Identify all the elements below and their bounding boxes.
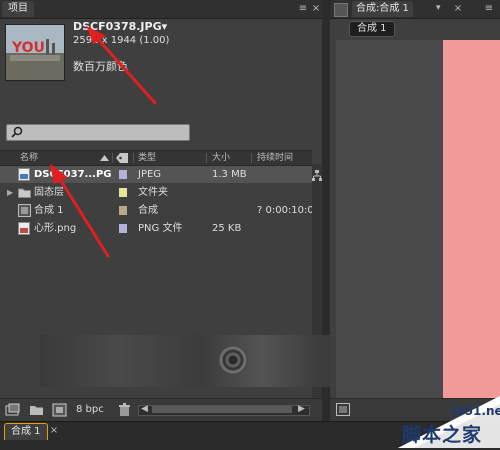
selected-file-color-mode: 数百万颜色: [73, 60, 128, 73]
column-divider: [206, 153, 207, 163]
folder-icon: [18, 188, 31, 198]
watermark-url: jb51.net: [452, 404, 500, 418]
search-input[interactable]: [6, 124, 190, 141]
scroll-left-icon[interactable]: ◀: [141, 404, 148, 414]
bit-depth-button[interactable]: 8 bpc: [76, 403, 104, 417]
item-name: 固态层: [34, 187, 64, 198]
selected-file-dimensions: 2592 x 1944 (1.00): [73, 35, 170, 46]
snapshot-icon[interactable]: [336, 403, 350, 416]
scroll-right-icon[interactable]: ▶: [298, 404, 305, 414]
label-color-swatch[interactable]: [119, 206, 127, 215]
item-type: JPEG: [138, 169, 162, 180]
label-color-swatch[interactable]: [119, 170, 127, 179]
panel-menu-icon[interactable]: ≡: [482, 3, 496, 15]
search-icon: [11, 126, 23, 138]
item-type: 文件夹: [138, 187, 168, 198]
list-item[interactable]: DSCF037...PG JPEG 1.3 MB: [0, 166, 312, 183]
list-item[interactable]: ▶ 固态层 文件夹: [0, 184, 312, 201]
column-divider: [133, 153, 134, 163]
label-tag-icon[interactable]: [116, 153, 128, 163]
list-item[interactable]: 心形.png PNG 文件 25 KB: [0, 220, 312, 237]
project-tab-bar: 项目 ≡ ×: [0, 0, 322, 19]
item-name: 合成 1: [34, 205, 64, 216]
composition-canvas[interactable]: [443, 40, 500, 398]
lock-icon[interactable]: [334, 3, 348, 17]
label-color-swatch[interactable]: [119, 224, 127, 233]
item-size: 25 KB: [212, 223, 242, 234]
list-header: 名称 类型 大小 持续时间: [0, 150, 312, 166]
item-type: 合成: [138, 205, 158, 216]
item-size: 1.3 MB: [212, 169, 247, 180]
file-thumbnail: YOU: [5, 24, 65, 81]
column-header-duration[interactable]: 持续时间: [257, 151, 293, 165]
png-file-icon: [18, 222, 30, 235]
new-folder-icon[interactable]: [29, 403, 45, 417]
new-composition-icon[interactable]: [52, 403, 68, 417]
item-duration: ? 0:00:10:0: [257, 205, 314, 216]
column-divider: [251, 153, 252, 163]
tab-project[interactable]: 项目: [2, 1, 34, 17]
chevron-down-icon[interactable]: ▾: [436, 3, 441, 13]
flowchart-icon[interactable]: [312, 170, 322, 182]
svg-text:YOU: YOU: [11, 40, 45, 56]
column-header-size[interactable]: 大小: [212, 151, 230, 165]
tab-composition[interactable]: 合成:合成 1: [352, 1, 413, 17]
list-item[interactable]: 合成 1 合成 ? 0:00:10:0: [0, 202, 314, 219]
selected-file-name[interactable]: DSCF0378.JPG▾: [73, 20, 167, 33]
trash-icon[interactable]: [117, 403, 133, 417]
scrollbar-thumb[interactable]: [152, 406, 292, 413]
image-file-icon: [18, 168, 30, 181]
sort-ascending-icon[interactable]: [100, 155, 109, 162]
item-name: 心形.png: [34, 223, 77, 234]
expand-arrow-icon[interactable]: ▶: [7, 184, 13, 201]
item-name: DSCF037...PG: [34, 169, 112, 180]
interpret-footage-icon[interactable]: [5, 403, 21, 417]
panel-menu-icon[interactable]: ≡: [296, 3, 310, 15]
close-icon[interactable]: ×: [310, 3, 322, 15]
column-divider: [112, 153, 113, 163]
composition-navigator-tab[interactable]: 合成 1: [349, 21, 395, 37]
item-type: PNG 文件: [138, 223, 183, 234]
close-icon[interactable]: ×: [452, 3, 464, 15]
tab-timeline[interactable]: 合成 1: [4, 423, 48, 440]
column-header-type[interactable]: 类型: [138, 151, 156, 165]
label-color-swatch[interactable]: [119, 188, 127, 197]
watermark-text: 脚本之家: [402, 424, 483, 446]
column-header-name[interactable]: 名称: [20, 151, 38, 165]
composition-icon: [18, 204, 31, 217]
close-icon[interactable]: ×: [48, 425, 60, 437]
blurred-ring: [218, 345, 248, 375]
